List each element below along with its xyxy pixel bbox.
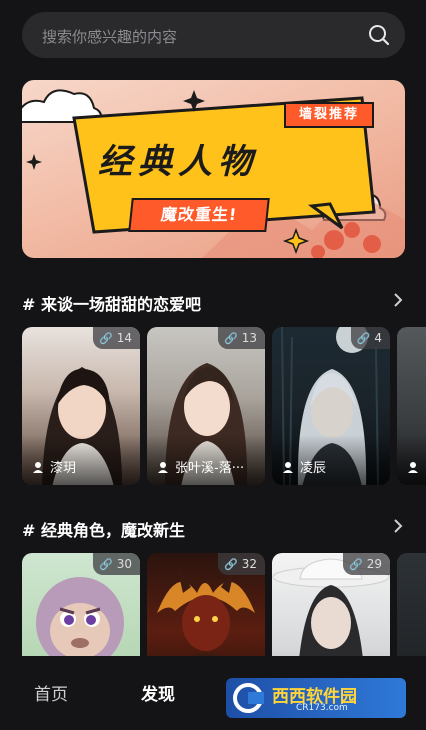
link-icon: 🔗 [349,558,363,571]
user-icon [33,462,43,473]
link-icon: 🔗 [99,558,113,571]
section-title-romance: # 来谈一场甜甜的恋爱吧 [22,295,201,314]
user-icon [408,462,418,473]
character-name: 漆玥 [32,457,76,476]
tab-discover[interactable]: 发现 [141,680,175,705]
character-card[interactable]: 🔗 32 [147,553,265,657]
like-count-badge: 🔗 30 [93,553,140,575]
like-count-badge: 🔗 14 [93,327,140,349]
character-card[interactable] [397,553,426,657]
character-name: 凌辰 [282,457,326,476]
character-card[interactable]: 🔗 29 [272,553,390,657]
banner-tag: 墙裂推荐 [284,102,374,128]
link-icon: 🔗 [224,558,238,571]
section-title-classic: # 经典角色，魔改新生 [22,521,185,540]
character-name [407,461,425,476]
chevron-right-icon[interactable] [392,293,404,307]
link-icon: 🔗 [224,332,238,345]
watermark-icon [233,683,264,713]
character-card[interactable] [397,327,426,485]
tab-home[interactable]: 首页 [34,680,68,705]
link-icon: 🔗 [99,332,113,345]
search-placeholder: 搜索你感兴趣的内容 [42,28,178,46]
character-card[interactable]: 🔗 4 凌辰 [272,327,390,485]
watermark-logo: 西西软件园 CR173.com [226,678,406,718]
like-count-badge: 🔗 13 [218,327,265,349]
search-icon[interactable] [367,23,391,47]
like-count-badge: 🔗 29 [343,553,390,575]
banner-subtitle: 魔改重生! [128,198,270,232]
character-row-classic: 🔗 30 🔗 32 🔗 29 [22,553,426,657]
promo-banner[interactable]: 墙裂推荐 经典人物 魔改重生! [22,80,405,258]
character-row-romance: 🔗 14 漆玥 🔗 13 张叶溪-落··· 🔗 4 凌辰 [22,327,426,485]
character-name: 张叶溪-落··· [157,457,244,476]
like-count-badge: 🔗 4 [350,327,390,349]
character-card[interactable]: 🔗 13 张叶溪-落··· [147,327,265,485]
search-bar[interactable]: 搜索你感兴趣的内容 [22,12,405,58]
link-icon: 🔗 [356,332,371,345]
like-count-badge: 🔗 32 [218,553,265,575]
user-icon [283,462,293,473]
banner-title: 经典人物 [98,142,258,182]
chevron-right-icon[interactable] [392,519,404,533]
character-card[interactable]: 🔗 30 [22,553,140,657]
user-icon [158,462,168,473]
character-card[interactable]: 🔗 14 漆玥 [22,327,140,485]
watermark-subtext: CR173.com [296,703,348,713]
